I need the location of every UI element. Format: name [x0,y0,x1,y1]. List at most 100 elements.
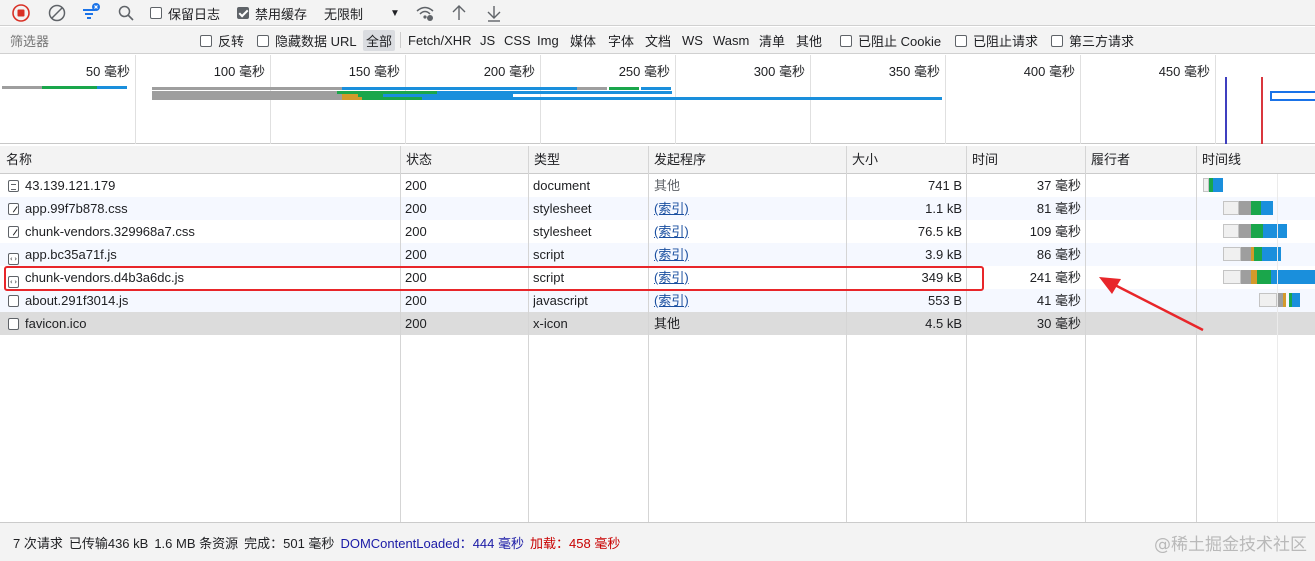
filter-type-css[interactable]: CSS [504,27,531,54]
request-initiator[interactable]: (索引) [654,197,844,220]
request-size: 1.1 kB [925,201,962,216]
column-divider[interactable] [528,146,529,522]
overview-request-bar [152,97,342,100]
checked-checkbox-icon [237,7,249,19]
overview-grid-line [135,55,136,144]
request-initiator[interactable]: (索引) [654,266,844,289]
overview-tick-label: 200 毫秒 [483,64,535,79]
disable-cache-checkbox[interactable]: 禁用缓存 [237,0,307,26]
chevron-down-icon: ▼ [390,7,400,19]
request-name-label: favicon.ico [25,316,87,331]
overview-tick-label: 400 毫秒 [1023,64,1075,79]
request-type: javascript [533,293,588,308]
filter-type-all[interactable]: 全部 [363,30,396,51]
column-divider[interactable] [1196,146,1197,522]
overview-tick-label: 50 毫秒 [85,64,130,79]
overview-timeline[interactable]: 50 毫秒 100 毫秒 150 毫秒 200 毫秒 250 毫秒 300 毫秒 350 毫… [0,55,1315,144]
blocked-requests-checkbox[interactable]: 已阻止请求 [955,27,1038,54]
request-name: 43.139.121.179 [8,174,398,197]
filter-type-other[interactable]: 其他 [796,27,822,54]
waterfall-bar [1259,293,1277,307]
hide-data-url-checkbox[interactable]: 隐藏数据 URL [257,27,357,54]
header-waterfall[interactable]: 时间线 [1196,146,1241,174]
filter-type-doc[interactable]: 文档 [645,27,671,54]
column-divider[interactable] [648,146,649,522]
filter-type-wasm[interactable]: Wasm [713,27,749,54]
filter-type-font[interactable]: 字体 [608,27,634,54]
request-name: app.99f7b878.css [8,197,398,220]
column-divider[interactable] [1085,146,1086,522]
filter-type-js[interactable]: JS [480,27,495,54]
filter-type-media[interactable]: 媒体 [570,27,596,54]
overview-request-bar [577,87,607,90]
table-row[interactable]: 43.139.121.179 200 document 其他 741 B 37 毫秒 [0,174,1315,197]
watermark: @稀土掘金技术社区 [1154,535,1307,555]
waterfall-bar [1223,247,1241,261]
preserve-log-label: 保留日志 [168,6,221,22]
checkbox-icon [955,34,967,47]
import-har-icon[interactable] [448,0,470,26]
column-divider[interactable] [966,146,967,522]
header-fulfilled-by[interactable]: 履行者 [1085,146,1130,174]
waterfall-bar [1261,201,1273,215]
request-status: 200 [405,316,427,331]
throttle-select[interactable]: 无限制 ▼ [324,0,402,26]
request-initiator[interactable]: (索引) [654,220,844,243]
overview-tick-label: 300 毫秒 [753,64,805,79]
domcontentloaded-marker [1225,77,1227,144]
table-row[interactable]: ‹› app.bc35a71f.js 200 script (索引) 3.9 kB 86 毫… [0,243,1315,266]
header-status[interactable]: 状态 [400,146,432,174]
request-type: script [533,247,565,262]
request-size: 349 kB [921,270,962,285]
waterfall-bar [1213,178,1223,192]
checkbox-icon [150,7,162,19]
invert-checkbox[interactable]: 反转 [200,27,244,54]
script-icon: ‹› [8,276,19,288]
table-row[interactable]: app.99f7b878.css 200 stylesheet (索引) 1.1 kB 8… [0,197,1315,220]
search-icon[interactable] [115,0,137,26]
blocked-cookies-checkbox[interactable]: 已阻止 Cookie [840,27,941,54]
load-label: 加载： [530,535,570,551]
waterfall-bar [1241,247,1251,261]
filter-type-manifest[interactable]: 清单 [759,27,785,54]
record-stop-icon[interactable] [10,0,32,26]
load-time: 458 毫秒 [569,535,621,551]
header-type[interactable]: 类型 [528,146,560,174]
header-time[interactable]: 时间 [966,146,998,174]
third-party-checkbox[interactable]: 第三方请求 [1051,27,1134,54]
overview-window-handle[interactable] [1270,91,1315,101]
request-size: 3.9 kB [925,247,962,262]
filter-type-ws[interactable]: WS [682,27,703,54]
resources-size: 1.6 MB 条资源 [154,535,239,551]
filter-type-fetch-xhr[interactable]: Fetch/XHR [408,27,472,54]
header-size[interactable]: 大小 [846,146,878,174]
checkbox-icon [840,34,852,47]
header-name[interactable]: 名称 [0,146,32,174]
header-initiator[interactable]: 发起程序 [648,146,706,174]
filter-icon[interactable] [80,0,102,26]
network-conditions-icon[interactable] [414,0,436,26]
preserve-log-checkbox[interactable]: 保留日志 [150,0,220,26]
column-divider[interactable] [400,146,401,522]
stylesheet-icon [8,203,19,215]
column-divider[interactable] [846,146,847,522]
request-initiator[interactable]: (索引) [654,243,844,266]
request-size: 741 B [928,178,962,193]
clear-icon[interactable] [46,0,68,26]
filter-input[interactable] [2,31,186,51]
request-time: 81 毫秒 [1036,201,1081,216]
request-type: stylesheet [533,201,592,216]
export-har-icon[interactable] [483,0,505,26]
request-initiator[interactable]: (索引) [654,289,844,312]
checkbox-icon [200,34,212,47]
waterfall-bar [1239,224,1251,238]
request-initiator: 其他 [654,316,681,331]
stylesheet-icon [8,226,19,238]
table-row[interactable]: chunk-vendors.329968a7.css 200 stylesheet (… [0,220,1315,243]
file-icon [8,295,19,307]
request-status: 200 [405,224,427,239]
script-icon: ‹› [8,253,19,265]
overview-tick-label: 150 毫秒 [348,64,400,79]
filter-type-img[interactable]: Img [537,27,559,54]
overview-request-bar [641,87,671,90]
